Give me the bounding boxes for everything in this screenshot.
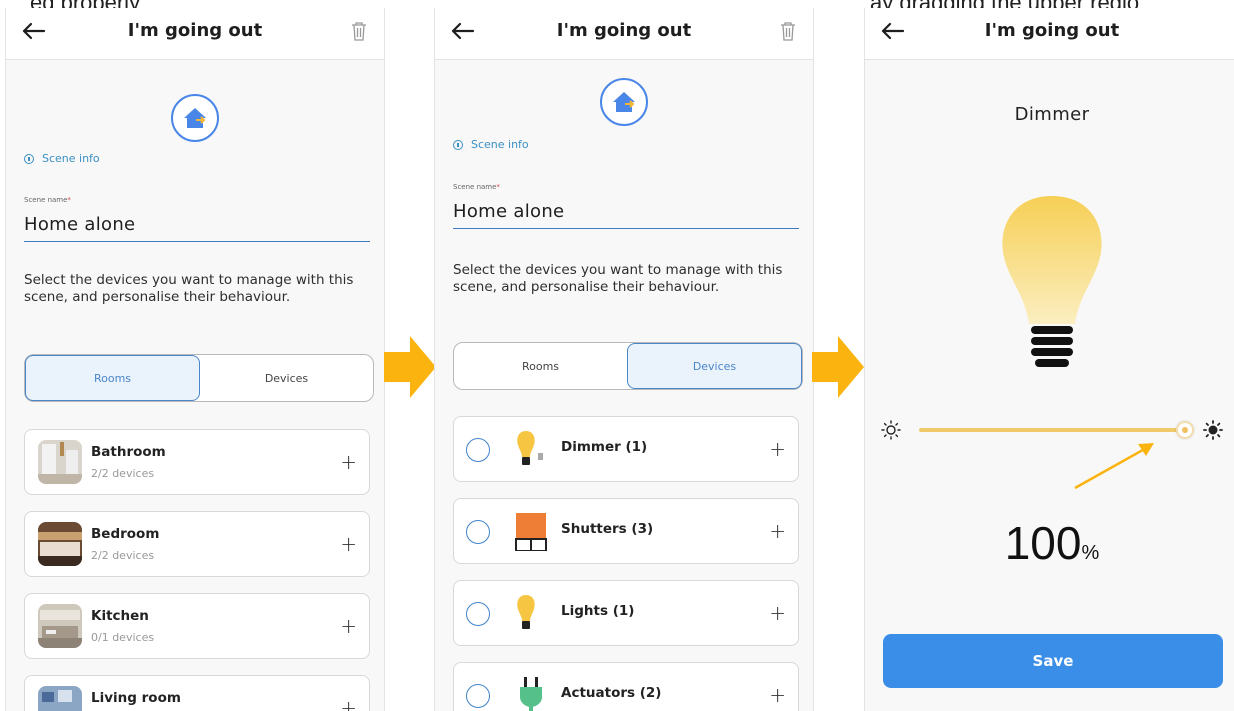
room-name: Bedroom [91,526,160,542]
brightness-value: 100% [865,516,1234,570]
tab-rooms[interactable]: Rooms [454,343,627,389]
device-select-radio[interactable] [466,520,490,544]
add-device-button[interactable]: + [769,437,786,461]
bathroom-thumbnail [38,440,82,484]
room-card-kitchen[interactable]: Kitchen 0/1 devices + [24,593,370,659]
device-select-radio[interactable] [466,684,490,708]
scene-info-label: Scene info [42,152,100,165]
page-title: I'm going out [984,20,1120,41]
page-title: I'm going out [127,20,263,41]
save-button[interactable]: Save [883,634,1223,688]
rooms-devices-toggle: Rooms Devices [24,354,374,402]
add-device-button[interactable]: + [769,519,786,543]
device-name: Dimmer (1) [561,439,648,455]
device-card-dimmer[interactable]: Dimmer (1) + [453,416,799,482]
add-room-button[interactable]: + [340,450,357,474]
required-mark: * [496,183,500,191]
room-device-count: 2/2 devices [91,549,155,562]
room-device-count: 2/2 devices [91,467,155,480]
device-title: Dimmer [1014,104,1090,125]
scene-info-link[interactable]: Scene info [24,152,100,165]
add-room-button[interactable]: + [340,696,357,711]
screen-rooms: I'm going out Scene info Scene name* Hom… [5,8,385,711]
screen-devices: I'm going out Scene info Scene name* Hom… [434,8,814,711]
scene-name-label: Scene name* [24,196,71,204]
brightness-unit: % [1081,542,1100,564]
app-header: I'm going out [6,8,384,60]
scene-name-label: Scene name* [453,183,500,191]
scene-name-label-text: Scene name [24,196,68,204]
plug-icon [520,677,542,711]
app-header: I'm going out [435,8,813,60]
bulb-icon [517,595,535,629]
scene-house-icon[interactable] [171,94,219,142]
scene-house-icon[interactable] [600,78,648,126]
flow-arrow-icon [812,336,864,398]
add-room-button[interactable]: + [340,532,357,556]
device-card-lights[interactable]: Lights (1) + [453,580,799,646]
device-select-radio[interactable] [466,438,490,462]
tab-devices[interactable]: Devices [627,343,802,389]
flow-arrow-icon [384,336,436,398]
light-bulb-icon [1002,196,1102,367]
device-name: Actuators (2) [561,685,662,701]
trash-icon[interactable] [350,20,368,42]
device-card-shutters[interactable]: Shutters (3) + [453,498,799,564]
device-select-radio[interactable] [466,602,490,626]
tab-rooms[interactable]: Rooms [25,355,200,401]
scene-name-field[interactable]: Home alone [453,201,564,222]
add-device-button[interactable]: + [769,601,786,625]
brightness-slider-handle[interactable] [1176,421,1194,439]
room-card-bedroom[interactable]: Bedroom 2/2 devices + [24,511,370,577]
room-card-living-room[interactable]: Living room + [24,675,370,711]
info-icon [24,153,34,164]
instructions-text: Select the devices you want to manage wi… [453,262,783,295]
info-icon [453,139,463,150]
scene-info-link[interactable]: Scene info [453,138,529,151]
room-card-bathroom[interactable]: Bathroom 2/2 devices + [24,429,370,495]
device-name: Shutters (3) [561,521,654,537]
room-name: Kitchen [91,608,149,624]
bedroom-thumbnail [38,522,82,566]
annotation-arrow-icon [1074,443,1154,490]
add-room-button[interactable]: + [340,614,357,638]
room-name: Bathroom [91,444,166,460]
scene-info-label: Scene info [471,138,529,151]
instructions-text: Select the devices you want to manage wi… [24,272,354,305]
brightness-low-icon [881,420,901,440]
field-underline [24,241,370,242]
scene-name-label-text: Scene name [453,183,497,191]
brightness-slider-track[interactable] [919,428,1185,432]
device-name: Lights (1) [561,603,635,619]
brightness-high-icon [1203,420,1223,440]
device-card-actuators[interactable]: Actuators (2) + [453,662,799,711]
field-underline [453,228,799,229]
tab-devices[interactable]: Devices [200,355,373,401]
brightness-number: 100 [1004,517,1082,569]
living-room-thumbnail [38,686,82,711]
bulb-dimmer-icon [517,431,543,465]
room-name: Living room [91,690,181,706]
add-device-button[interactable]: + [769,683,786,707]
required-mark: * [67,196,71,204]
page-title: I'm going out [556,20,692,41]
shutter-icon [515,513,547,551]
room-device-count: 0/1 devices [91,631,155,644]
rooms-devices-toggle: Rooms Devices [453,342,803,390]
kitchen-thumbnail [38,604,82,648]
trash-icon[interactable] [779,20,797,42]
app-header: I'm going out [865,8,1234,60]
screen-dimmer: I'm going out Dimmer 100% Save [864,8,1234,711]
scene-name-field[interactable]: Home alone [24,214,135,235]
